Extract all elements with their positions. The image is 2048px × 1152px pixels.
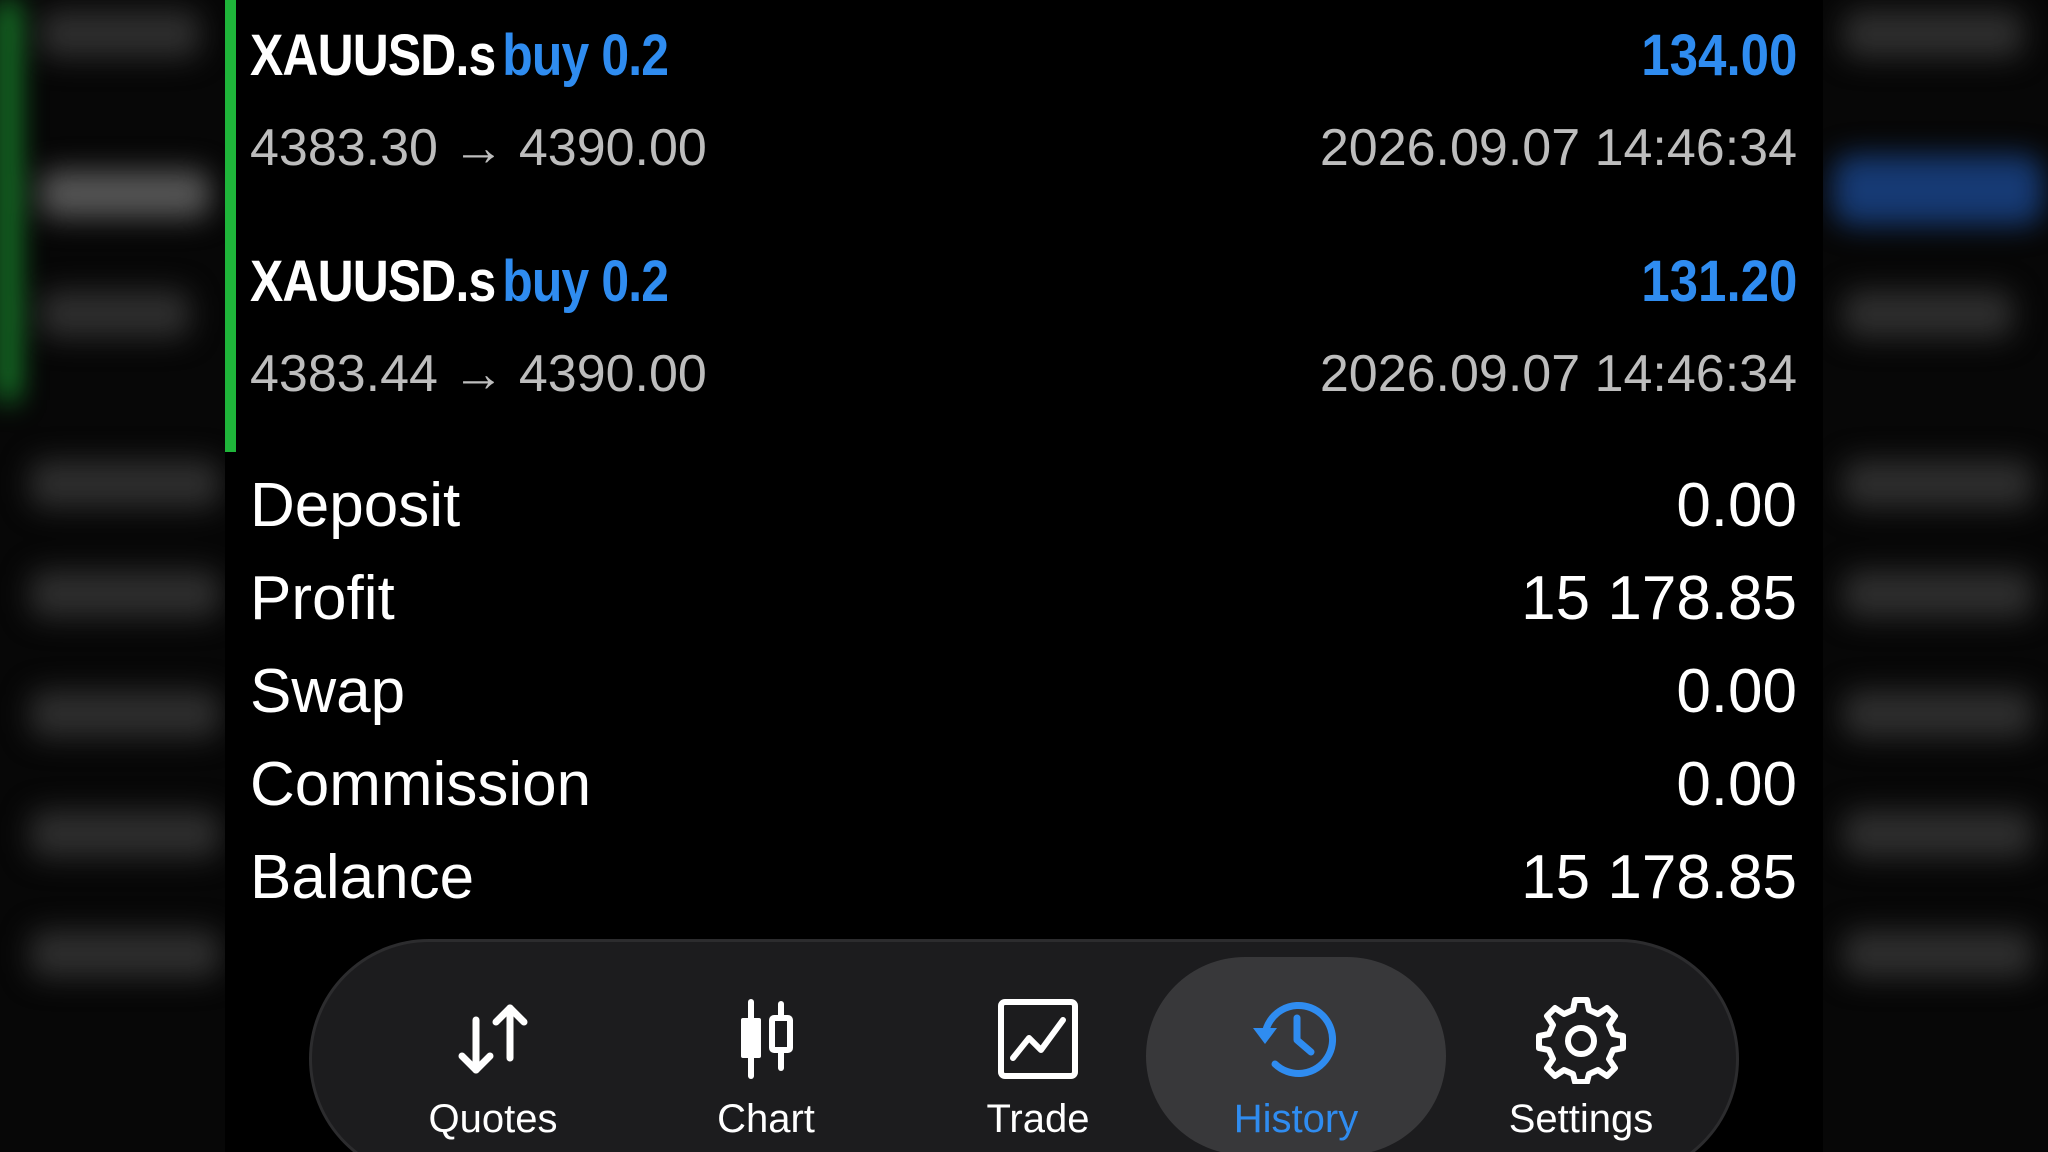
summary-deposit: Deposit 0.00 (225, 460, 1823, 550)
profit-indicator-bar (225, 0, 236, 226)
tab-label: Settings (1508, 1097, 1654, 1141)
arrow-right-icon: → (452, 119, 505, 177)
summary-value: 0.00 (1676, 750, 1797, 819)
summary-label: Balance (250, 843, 475, 912)
deal-symbol: XAUUSD.s (250, 23, 496, 88)
summary-value: 15 178.85 (1521, 843, 1797, 912)
summary-swap: Swap 0.00 (225, 646, 1823, 736)
deal-prices: 4383.30 → 4390.00 (250, 118, 707, 178)
arrow-right-icon: → (452, 345, 505, 403)
open-price: 4383.44 (250, 345, 438, 403)
deal-direction: buy 0.2 (502, 23, 669, 88)
tab-trade[interactable]: Trade (888, 942, 1188, 1152)
summary-label: Deposit (250, 471, 461, 540)
tab-history[interactable]: History (1146, 957, 1446, 1152)
close-price: 4390.00 (518, 345, 707, 403)
bottom-tab-bar: Quotes Chart Trade History Settings (309, 939, 1739, 1152)
summary-value: 0.00 (1676, 657, 1797, 726)
gear-icon (1536, 997, 1626, 1084)
trade-chart-icon (998, 999, 1078, 1079)
deal-time: 2026.09.07 14:46:34 (1319, 345, 1797, 403)
profit-indicator-bar (225, 226, 236, 452)
summary-commission: Commission 0.00 (225, 739, 1823, 829)
summary-label: Swap (250, 657, 406, 726)
tab-label: Trade (986, 1097, 1090, 1141)
summary-label: Profit (250, 564, 395, 633)
tab-settings[interactable]: Settings (1431, 942, 1731, 1152)
deal-row[interactable]: XAUUSD.s buy 0.2 134.00 4383.30 → 4390.00… (225, 0, 1823, 226)
candlestick-icon (741, 999, 793, 1079)
open-price: 4383.30 (250, 119, 438, 177)
tab-label: Chart (717, 1097, 815, 1141)
summary-value: 15 178.85 (1521, 564, 1797, 633)
blurred-background-left (0, 0, 225, 1152)
tab-chart[interactable]: Chart (616, 942, 916, 1152)
tab-quotes[interactable]: Quotes (343, 942, 643, 1152)
history-clock-icon (1253, 1001, 1337, 1077)
summary-label: Commission (250, 750, 592, 819)
deal-prices: 4383.44 → 4390.00 (250, 344, 707, 404)
close-price: 4390.00 (518, 119, 707, 177)
deal-row[interactable]: XAUUSD.s buy 0.2 131.20 4383.44 → 4390.00… (225, 226, 1823, 452)
summary-profit: Profit 15 178.85 (225, 553, 1823, 643)
deal-time: 2026.09.07 14:46:34 (1319, 119, 1797, 177)
tab-label: History (1233, 1097, 1359, 1141)
deal-direction: buy 0.2 (502, 249, 669, 314)
summary-value: 0.00 (1676, 471, 1797, 540)
deal-profit: 134.00 (1640, 23, 1797, 88)
quotes-arrows-icon (458, 1004, 528, 1074)
blurred-background-right (1823, 0, 2048, 1152)
tab-label: Quotes (428, 1097, 558, 1141)
deal-symbol: XAUUSD.s (250, 249, 496, 314)
deal-profit: 131.20 (1640, 249, 1797, 314)
summary-balance: Balance 15 178.85 (225, 832, 1823, 922)
